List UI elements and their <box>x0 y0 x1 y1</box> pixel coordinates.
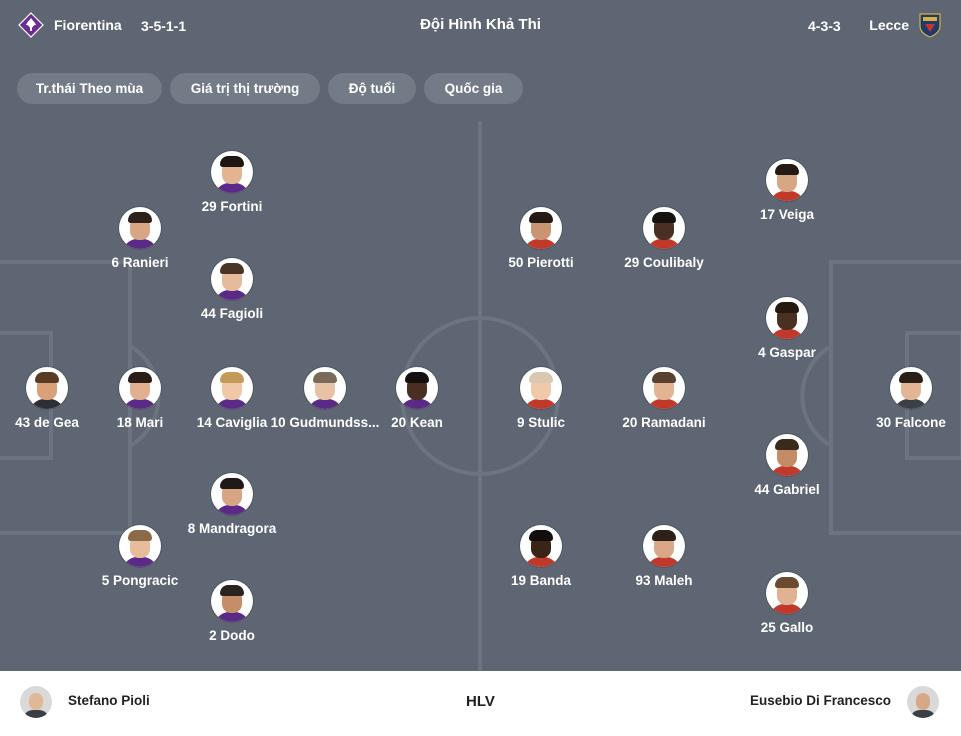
player-name: 19 Banda <box>510 573 572 588</box>
filter-season-status[interactable]: Tr.thái Theo mùa <box>17 73 162 104</box>
player-avatar <box>304 367 346 409</box>
player-avatar <box>211 580 253 622</box>
player-avatar <box>643 367 685 409</box>
player-name: 93 Maleh <box>635 573 693 588</box>
player-avatar <box>520 525 562 567</box>
home-player-mf[interactable]: 44 Fagioli <box>167 258 297 322</box>
away-coach-name[interactable]: Eusebio Di Francesco <box>750 693 891 708</box>
player-avatar <box>119 207 161 249</box>
player-avatar <box>211 151 253 193</box>
player-avatar <box>211 473 253 515</box>
filter-age[interactable]: Độ tuổi <box>328 73 416 104</box>
player-avatar <box>26 367 68 409</box>
player-name: 44 Fagioli <box>200 306 264 321</box>
away-player-fw[interactable]: 9 Stulic <box>476 367 606 431</box>
player-name: 8 Mandragora <box>187 521 277 536</box>
away-team-name: Lecce <box>869 17 909 33</box>
away-player-df[interactable]: 44 Gabriel <box>722 434 852 498</box>
player-name: 44 Gabriel <box>754 482 820 497</box>
player-avatar <box>211 367 253 409</box>
player-avatar <box>766 297 808 339</box>
home-player-mf[interactable]: 8 Mandragora <box>167 473 297 537</box>
away-player-mf[interactable]: 20 Ramadani <box>599 367 729 431</box>
player-name: 9 Stulic <box>516 415 565 430</box>
home-player-mf[interactable]: 2 Dodo <box>167 580 297 644</box>
player-name: 4 Gaspar <box>758 345 816 360</box>
away-player-mf[interactable]: 93 Maleh <box>599 525 729 589</box>
player-avatar <box>119 525 161 567</box>
away-player-fw[interactable]: 50 Pierotti <box>476 207 606 271</box>
coaches-row: Stefano Pioli HLV Eusebio Di Francesco <box>0 671 961 736</box>
lecce-crest-icon <box>919 13 941 38</box>
filter-market-value[interactable]: Giá trị thị trường <box>170 73 320 104</box>
player-name: 25 Gallo <box>760 620 814 635</box>
home-player-mf[interactable]: 29 Fortini <box>167 151 297 215</box>
player-avatar <box>643 207 685 249</box>
lineup-widget: Fiorentina 3-5-1-1 Đội Hình Khả Thi 4-3-… <box>0 0 961 736</box>
player-avatar <box>520 367 562 409</box>
lineup-header: Fiorentina 3-5-1-1 Đội Hình Khả Thi 4-3-… <box>0 0 961 58</box>
away-coach-avatar <box>907 686 939 718</box>
player-name: 50 Pierotti <box>508 255 574 270</box>
filter-nationality[interactable]: Quốc gia <box>424 73 523 104</box>
away-player-mf[interactable]: 29 Coulibaly <box>599 207 729 271</box>
away-player-fw[interactable]: 19 Banda <box>476 525 606 589</box>
player-name: 17 Veiga <box>759 207 815 222</box>
player-name: 2 Dodo <box>209 628 255 643</box>
filter-bar: Tr.thái Theo mùa Giá trị thị trường Độ t… <box>0 57 961 121</box>
away-player-gk[interactable]: 30 Falcone <box>846 367 961 431</box>
away-player-df[interactable]: 17 Veiga <box>722 159 852 223</box>
away-player-df[interactable]: 4 Gaspar <box>722 297 852 361</box>
player-avatar <box>766 159 808 201</box>
player-name: 29 Fortini <box>201 199 263 214</box>
player-name: 20 Kean <box>391 415 443 430</box>
away-player-df[interactable]: 25 Gallo <box>722 572 852 636</box>
player-name: 20 Ramadani <box>622 415 706 430</box>
player-avatar <box>520 207 562 249</box>
home-player-st[interactable]: 20 Kean <box>352 367 482 431</box>
pitch: 43 de Gea 18 Mari 6 Ranieri 5 Pongracic … <box>0 121 961 671</box>
away-formation: 4-3-3 <box>808 18 841 34</box>
player-name: 30 Falcone <box>876 415 946 430</box>
player-name: 29 Coulibaly <box>624 255 704 270</box>
player-avatar <box>766 572 808 614</box>
player-avatar <box>119 367 161 409</box>
player-avatar <box>890 367 932 409</box>
player-avatar <box>211 258 253 300</box>
player-avatar <box>396 367 438 409</box>
player-avatar <box>643 525 685 567</box>
player-avatar <box>766 434 808 476</box>
away-team[interactable]: Lecce <box>869 12 941 38</box>
